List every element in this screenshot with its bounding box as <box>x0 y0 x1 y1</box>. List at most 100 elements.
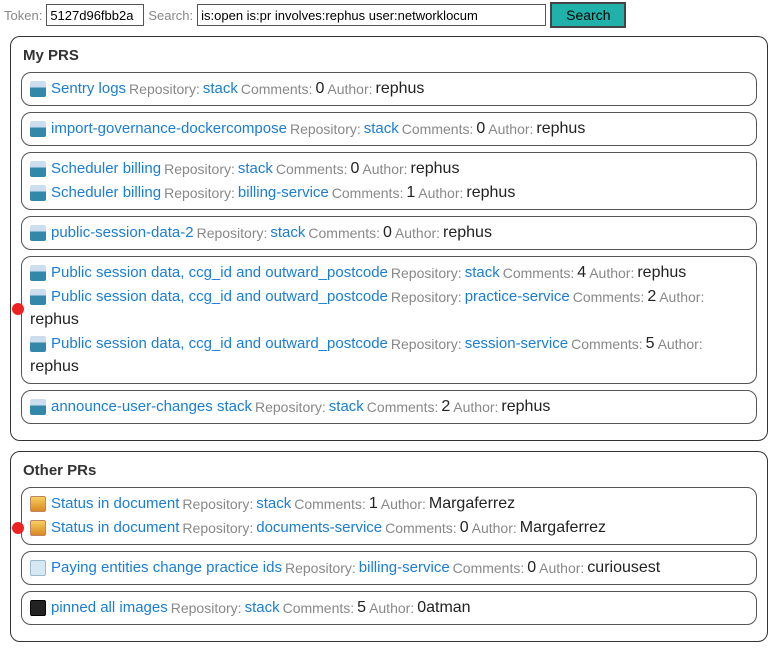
author-name: curiousest <box>587 558 660 578</box>
repository-label: Repository: <box>285 558 356 578</box>
pr-title-link[interactable]: Scheduler billing <box>51 159 161 179</box>
comments-count: 2 <box>647 287 656 307</box>
author-label: Author: <box>369 598 414 618</box>
section-panel: My PRSSentry logs Repository:stack Comme… <box>10 36 768 441</box>
repository-label: Repository: <box>164 159 235 179</box>
avatar-icon <box>30 185 46 201</box>
author-label: Author: <box>488 119 533 139</box>
search-button[interactable]: Search <box>550 2 626 28</box>
pr-row: Sentry logs Repository:stack Comments:0 … <box>30 77 748 101</box>
repository-link[interactable]: stack <box>364 119 399 139</box>
unread-dot-icon <box>12 303 24 315</box>
repository-link[interactable]: stack <box>270 223 305 243</box>
author-label: Author: <box>453 397 498 417</box>
repository-link[interactable]: stack <box>245 598 280 618</box>
author-name: Margaferrez <box>429 494 515 514</box>
author-label: Author: <box>418 183 463 203</box>
comments-count: 1 <box>369 494 378 514</box>
section-title: Other PRs <box>23 462 757 479</box>
author-name: rephus <box>30 357 79 377</box>
avatar-icon <box>30 560 46 576</box>
author-label: Author: <box>658 334 703 354</box>
author-name: rephus <box>411 159 460 179</box>
pr-title-link[interactable]: Paying entities change practice ids <box>51 558 282 578</box>
pr-title-link[interactable]: Sentry logs <box>51 79 126 99</box>
repository-link[interactable]: practice-service <box>465 287 570 307</box>
token-input[interactable] <box>46 4 144 26</box>
pr-title-link[interactable]: Public session data, ccg_id and outward_… <box>51 263 388 283</box>
pr-group: Sentry logs Repository:stack Comments:0 … <box>21 72 757 106</box>
repository-link[interactable]: stack <box>238 159 273 179</box>
avatar-icon <box>30 161 46 177</box>
comments-count: 5 <box>357 598 366 618</box>
author-label: Author: <box>659 287 704 307</box>
comments-label: Comments: <box>453 558 525 578</box>
search-input[interactable] <box>197 4 546 26</box>
repository-label: Repository: <box>164 183 235 203</box>
author-name: rephus <box>466 183 515 203</box>
pr-title-link[interactable]: import-governance-dockercompose <box>51 119 287 139</box>
author-label: Author: <box>539 558 584 578</box>
pr-group: announce-user-changes stack Repository:s… <box>21 390 757 424</box>
pr-title-link[interactable]: Public session data, ccg_id and outward_… <box>51 287 388 307</box>
pr-title-link[interactable]: public-session-data-2 <box>51 223 194 243</box>
section-title: My PRS <box>23 47 757 64</box>
comments-label: Comments: <box>571 334 643 354</box>
pr-title-link[interactable]: pinned all images <box>51 598 168 618</box>
comments-label: Comments: <box>385 518 457 538</box>
comments-label: Comments: <box>332 183 404 203</box>
repository-link[interactable]: documents-service <box>256 518 382 538</box>
top-bar: Token: Search: Search <box>0 0 778 30</box>
repository-link[interactable]: session-service <box>465 334 568 354</box>
repository-link[interactable]: stack <box>256 494 291 514</box>
repository-label: Repository: <box>290 119 361 139</box>
pr-row: Status in document Repository:documents-… <box>30 516 748 540</box>
pr-row: Public session data, ccg_id and outward_… <box>30 332 748 379</box>
avatar-icon <box>30 496 46 512</box>
token-label: Token: <box>4 8 42 23</box>
repository-link[interactable]: stack <box>465 263 500 283</box>
avatar-icon <box>30 399 46 415</box>
pr-row: Public session data, ccg_id and outward_… <box>30 261 748 285</box>
avatar-icon <box>30 600 46 616</box>
repository-link[interactable]: stack <box>329 397 364 417</box>
comments-label: Comments: <box>367 397 439 417</box>
repository-label: Repository: <box>182 494 253 514</box>
pr-title-link[interactable]: Status in document <box>51 518 179 538</box>
pr-title-link[interactable]: announce-user-changes stack <box>51 397 252 417</box>
comments-label: Comments: <box>402 119 474 139</box>
avatar-icon <box>30 81 46 97</box>
repository-link[interactable]: billing-service <box>359 558 450 578</box>
repository-label: Repository: <box>255 397 326 417</box>
search-label: Search: <box>148 8 193 23</box>
pr-group: import-governance-dockercompose Reposito… <box>21 112 757 146</box>
author-name: rephus <box>536 119 585 139</box>
pr-title-link[interactable]: Scheduler billing <box>51 183 161 203</box>
pr-row: Public session data, ccg_id and outward_… <box>30 285 748 332</box>
pr-title-link[interactable]: Public session data, ccg_id and outward_… <box>51 334 388 354</box>
pr-row: Scheduler billing Repository:billing-ser… <box>30 181 748 205</box>
repository-label: Repository: <box>182 518 253 538</box>
pr-group: Public session data, ccg_id and outward_… <box>21 256 757 384</box>
repository-link[interactable]: billing-service <box>238 183 329 203</box>
pr-row: pinned all images Repository:stack Comme… <box>30 596 748 620</box>
comments-label: Comments: <box>503 263 575 283</box>
comments-count: 4 <box>577 263 586 283</box>
avatar-icon <box>30 289 46 305</box>
author-name: 0atman <box>417 598 470 618</box>
comments-count: 0 <box>476 119 485 139</box>
pr-group: Scheduler billing Repository:stack Comme… <box>21 152 757 210</box>
comments-label: Comments: <box>573 287 645 307</box>
repository-label: Repository: <box>391 287 462 307</box>
pr-group: public-session-data-2 Repository:stack C… <box>21 216 757 250</box>
pr-group: pinned all images Repository:stack Comme… <box>21 591 757 625</box>
pr-group: Paying entities change practice ids Repo… <box>21 551 757 585</box>
pr-row: import-governance-dockercompose Reposito… <box>30 117 748 141</box>
pr-title-link[interactable]: Status in document <box>51 494 179 514</box>
repository-link[interactable]: stack <box>203 79 238 99</box>
author-label: Author: <box>589 263 634 283</box>
comments-label: Comments: <box>283 598 355 618</box>
comments-count: 0 <box>315 79 324 99</box>
author-name: rephus <box>376 79 425 99</box>
unread-dot-icon <box>12 522 24 534</box>
